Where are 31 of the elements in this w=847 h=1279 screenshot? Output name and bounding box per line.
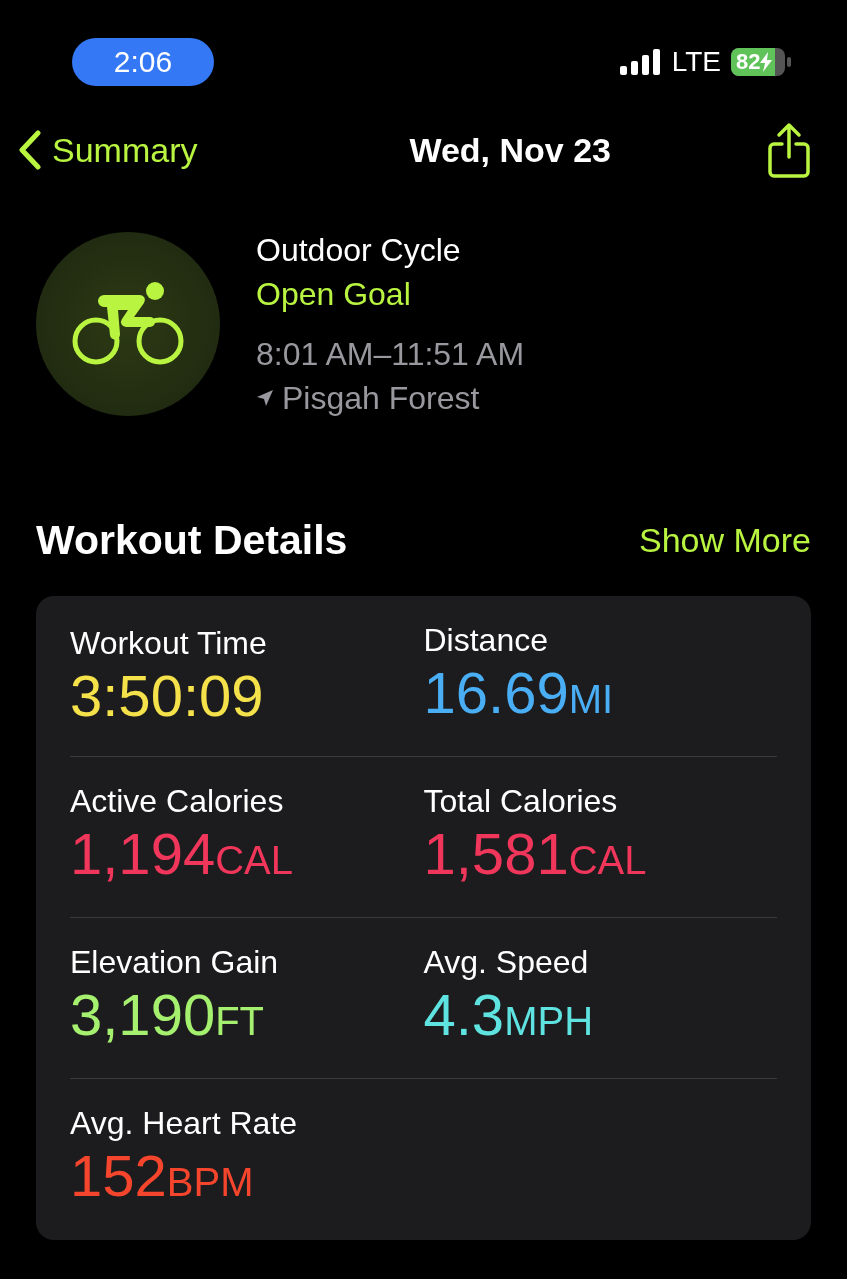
clock-pill: 2:06 [72,38,214,86]
back-button[interactable]: Summary [18,124,198,176]
metric-value: 1,194CAL [70,820,294,888]
cyclist-icon [72,281,184,367]
metric-label: Avg. Heart Rate [70,1104,299,1143]
page-title: Wed, Nov 23 [409,129,611,171]
metric-label: Active Calories [70,781,285,821]
share-icon[interactable] [767,122,811,178]
metric-label: Total Calories [423,781,619,821]
workout-goal: Open Goal [256,275,412,314]
show-more-link[interactable]: Show More [639,515,811,567]
section-title: Workout Details [36,516,348,565]
metric-label: Elevation Gain [70,942,280,982]
battery-cap-icon [787,57,791,67]
battery-icon: 82 [731,48,785,76]
location-arrow-icon [256,389,274,407]
metric-value: 3:50:09 [70,662,265,729]
workout-name: Outdoor Cycle [256,231,462,270]
metric-label: Workout Time [70,623,268,663]
network-label: LTE [671,45,721,79]
metric-value: 152BPM [70,1143,255,1210]
metric-label: Avg. Speed [423,942,590,982]
metric-value: 4.3MPH [423,981,595,1049]
time-range: 8:01 AM–11:51 AM [256,335,525,374]
metric-label: Distance [423,620,549,660]
location-label: Pisgah Forest [282,379,480,418]
signal-icon [619,49,662,75]
metric-value: 16.69MI [423,659,615,727]
chevron-left-icon [18,130,42,170]
metric-value: 3,190FT [70,981,266,1049]
metric-value: 1,581CAL [423,820,648,888]
